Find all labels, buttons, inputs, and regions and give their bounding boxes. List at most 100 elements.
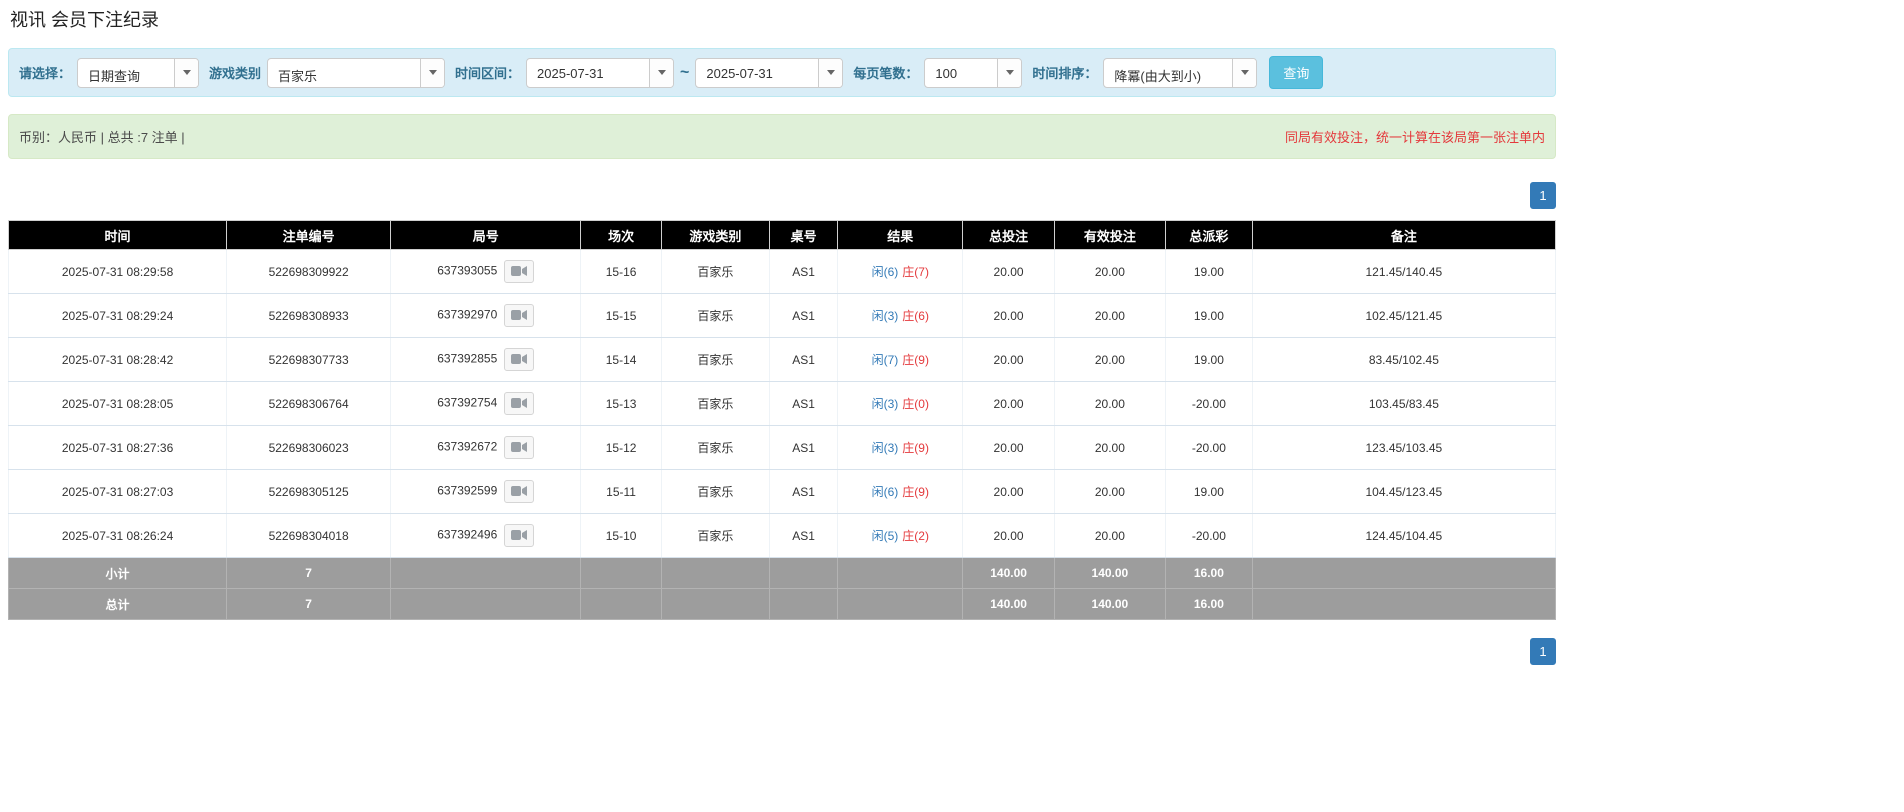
- cell-time: 2025-07-31 08:27:03: [7, 469, 228, 514]
- page-container: 视讯 会员下注纪录 请选择： 日期查询 游戏类别 百家乐 时间区间： 2025-…: [7, 6, 1557, 665]
- video-replay-button[interactable]: [504, 524, 535, 547]
- cell-total-bet[interactable]: 20.00: [962, 249, 1055, 294]
- chevron-down-icon[interactable]: [174, 58, 199, 87]
- column-header: 局号: [390, 220, 582, 250]
- cell-table-no: AS1: [769, 337, 839, 382]
- chevron-down-icon[interactable]: [649, 58, 674, 87]
- video-camera-icon: [511, 398, 528, 408]
- video-replay-button[interactable]: [504, 260, 535, 283]
- video-camera-icon: [511, 486, 528, 496]
- cell-bet-id: 522698304018: [226, 513, 392, 558]
- chevron-down-icon[interactable]: [420, 58, 445, 87]
- cell-session: 15-15: [580, 293, 662, 338]
- video-replay-button[interactable]: [504, 480, 535, 503]
- cell-bet-id: 522698306023: [226, 425, 392, 470]
- page-button-1[interactable]: 1: [1530, 638, 1556, 665]
- date-mode-value: 日期查询: [88, 68, 141, 84]
- cell-table-no: AS1: [769, 513, 839, 558]
- summary-cell: [390, 557, 582, 589]
- cell-round-id: 637392599: [390, 469, 582, 514]
- cell-table-no: AS1: [769, 425, 839, 470]
- cell-result: 闲(3) 庄(9): [837, 425, 964, 470]
- cell-session: 15-10: [580, 513, 662, 558]
- page-title: 视讯 会员下注纪录: [10, 10, 160, 30]
- table-row: 2025-07-31 08:26:24 522698304018 6373924…: [7, 513, 1557, 558]
- result-player: 闲(3): [871, 397, 899, 411]
- round-id-text: 637392496: [437, 527, 498, 542]
- cell-time: 2025-07-31 08:26:24: [7, 513, 228, 558]
- cell-total-bet[interactable]: 20.00: [962, 293, 1055, 338]
- summary-cell: [1251, 588, 1557, 620]
- round-id-text: 637392672: [437, 439, 498, 454]
- sort-order-select[interactable]: 降冪(由大到小): [1103, 57, 1258, 88]
- result-player: 闲(3): [871, 309, 899, 323]
- currency-summary-text: 币别：人民币 | 总共 :7 注单 |: [19, 130, 185, 145]
- cell-valid-bet: 20.00: [1053, 249, 1167, 294]
- cell-game-type: 百家乐: [660, 425, 771, 470]
- cell-bet-id: 522698309922: [226, 249, 392, 294]
- cell-game-type: 百家乐: [660, 469, 771, 514]
- summary-cell: 16.00: [1165, 557, 1253, 589]
- video-camera-icon: [511, 310, 528, 320]
- cell-remark: 83.45/102.45: [1251, 337, 1557, 382]
- cell-total-bet[interactable]: 20.00: [962, 513, 1055, 558]
- column-header: 总派彩: [1165, 220, 1253, 250]
- video-replay-button[interactable]: [504, 348, 535, 371]
- summary-cell: [837, 588, 964, 620]
- date-to-select[interactable]: 2025-07-31: [695, 57, 844, 88]
- column-header: 有效投注: [1053, 220, 1167, 250]
- cell-session: 15-13: [580, 381, 662, 426]
- video-camera-icon: [511, 354, 528, 364]
- cell-bet-id: 522698305125: [226, 469, 392, 514]
- summary-cell: [660, 557, 771, 589]
- cell-game-type: 百家乐: [660, 337, 771, 382]
- result-player: 闲(7): [871, 353, 899, 367]
- cell-total-bet[interactable]: 20.00: [962, 425, 1055, 470]
- cell-total-bet[interactable]: 20.00: [962, 337, 1055, 382]
- page-size-select[interactable]: 100: [924, 57, 1023, 88]
- date-from-select[interactable]: 2025-07-31: [526, 57, 675, 88]
- cell-total-bet[interactable]: 20.00: [962, 381, 1055, 426]
- cell-remark: 124.45/104.45: [1251, 513, 1557, 558]
- cell-total-bet[interactable]: 20.00: [962, 469, 1055, 514]
- game-type-value: 百家乐: [278, 68, 318, 84]
- cell-remark: 121.45/140.45: [1251, 249, 1557, 294]
- result-banker: 庄(0): [902, 397, 929, 411]
- sort-order-label: 时间排序：: [1032, 66, 1098, 81]
- video-replay-button[interactable]: [504, 436, 535, 459]
- cell-payout: 19.00: [1165, 249, 1253, 294]
- cell-table-no: AS1: [769, 381, 839, 426]
- video-camera-icon: [511, 442, 528, 452]
- table-row: 2025-07-31 08:29:24 522698308933 6373929…: [7, 293, 1557, 338]
- subtotal-row: 小计 7 140.00 140.00 16.00: [7, 557, 1557, 589]
- game-type-select[interactable]: 百家乐: [267, 57, 446, 88]
- cell-remark: 104.45/123.45: [1251, 469, 1557, 514]
- cell-session: 15-12: [580, 425, 662, 470]
- page-button-1[interactable]: 1: [1530, 182, 1556, 209]
- table-row: 2025-07-31 08:28:05 522698306764 6373927…: [7, 381, 1557, 426]
- cell-game-type: 百家乐: [660, 381, 771, 426]
- search-button[interactable]: 查询: [1269, 56, 1324, 89]
- video-replay-button[interactable]: [504, 392, 535, 415]
- cell-game-type: 百家乐: [660, 513, 771, 558]
- cell-valid-bet: 20.00: [1053, 293, 1167, 338]
- chevron-down-icon[interactable]: [818, 58, 843, 87]
- chevron-down-icon[interactable]: [1232, 58, 1257, 87]
- chevron-down-icon[interactable]: [997, 58, 1022, 87]
- cell-result: 闲(3) 庄(0): [837, 381, 964, 426]
- cell-payout: 19.00: [1165, 337, 1253, 382]
- table-header-row: 时间 注单编号 局号 场次 游戏类别 桌号 结果 总投注 有效投注 总派彩 备注: [7, 220, 1557, 250]
- table-row: 2025-07-31 08:27:36 522698306023 6373926…: [7, 425, 1557, 470]
- cell-remark: 102.45/121.45: [1251, 293, 1557, 338]
- cell-session: 15-11: [580, 469, 662, 514]
- video-replay-button[interactable]: [504, 304, 535, 327]
- summary-cell: 140.00: [1053, 557, 1167, 589]
- cell-bet-id: 522698308933: [226, 293, 392, 338]
- date-mode-select[interactable]: 日期查询: [77, 57, 200, 88]
- cell-round-id: 637393055: [390, 249, 582, 294]
- date-range-label: 时间区间：: [455, 66, 521, 81]
- summary-cell: 140.00: [962, 588, 1055, 620]
- cell-round-id: 637392754: [390, 381, 582, 426]
- summary-cell: 140.00: [962, 557, 1055, 589]
- result-banker: 庄(9): [902, 353, 929, 367]
